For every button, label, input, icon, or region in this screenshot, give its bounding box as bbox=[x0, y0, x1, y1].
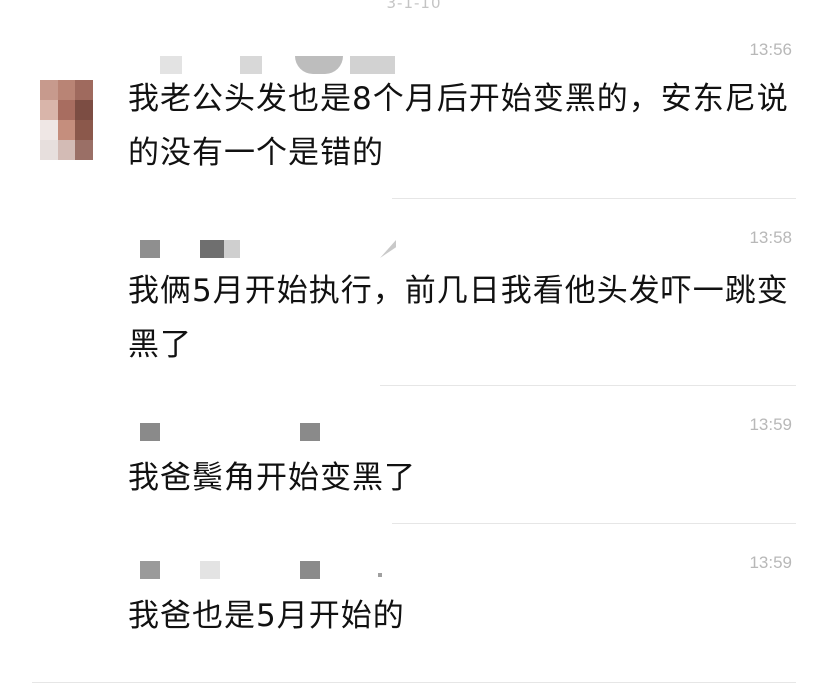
message-text: 我爸也是5月开始的 bbox=[128, 598, 405, 634]
message-time: 13:59 bbox=[749, 553, 792, 572]
divider bbox=[392, 198, 796, 199]
message-time: 13:59 bbox=[749, 415, 792, 434]
message-time: 13:56 bbox=[749, 40, 792, 59]
date-header: 3-1-10 bbox=[386, 0, 442, 12]
message-text: 我爸鬓角开始变黑了 bbox=[128, 460, 416, 496]
divider bbox=[392, 523, 796, 524]
sender-name-blurred bbox=[140, 423, 440, 443]
message-text: 我老公头发也是8个月后开始变黑的，安东尼说的没有一个是错的 bbox=[128, 81, 789, 171]
message-text: 我俩5月开始执行，前几日我看他头发吓一跳变黑了 bbox=[128, 273, 789, 363]
divider bbox=[32, 682, 796, 683]
sender-name-blurred bbox=[140, 561, 440, 581]
message-time: 13:58 bbox=[749, 228, 792, 247]
sender-name-blurred bbox=[140, 240, 440, 260]
avatar[interactable] bbox=[40, 80, 110, 160]
divider bbox=[380, 385, 796, 386]
